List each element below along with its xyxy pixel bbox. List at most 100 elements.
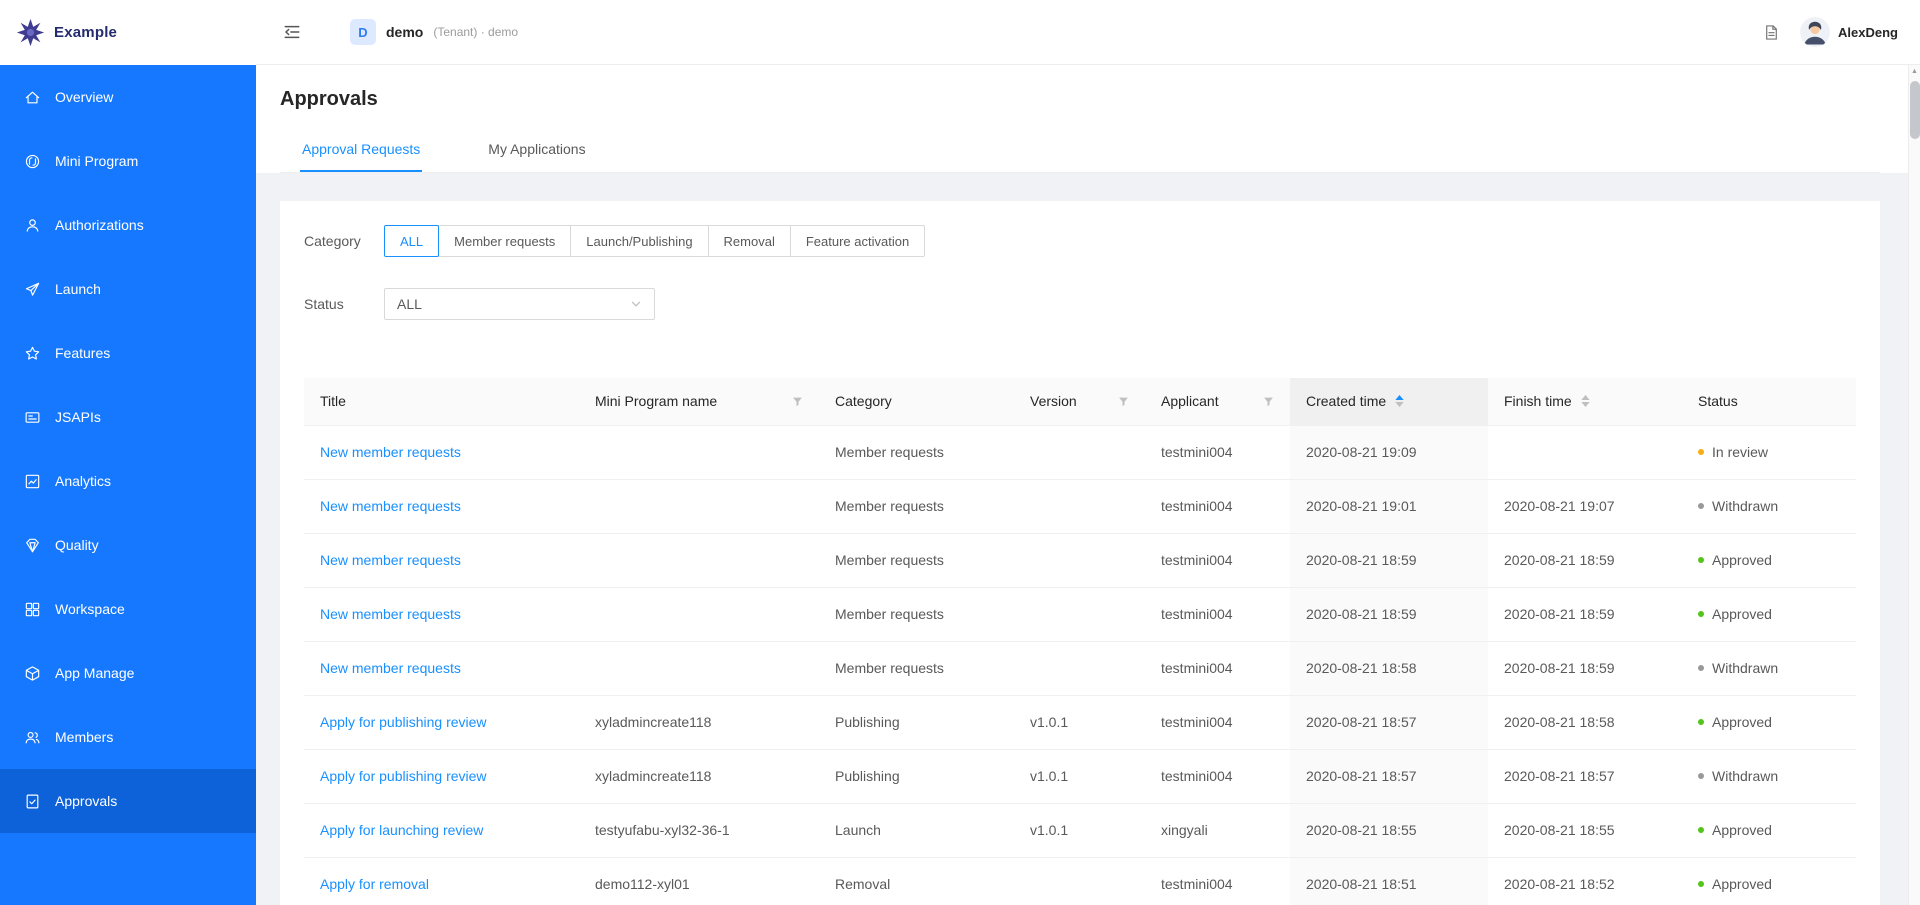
cell-applicant: testmini004 bbox=[1145, 587, 1290, 642]
cell-applicant: testmini004 bbox=[1145, 749, 1290, 804]
sort-carets-icon[interactable] bbox=[1581, 395, 1590, 408]
topbar-right: AlexDeng bbox=[1763, 17, 1898, 47]
sidebar-item-label: Authorizations bbox=[55, 217, 144, 233]
column-label: Version bbox=[1030, 393, 1077, 410]
cell-mini-program-name bbox=[579, 479, 819, 534]
cell-created-time: 2020-08-21 18:59 bbox=[1290, 587, 1488, 642]
row-title-link[interactable]: New member requests bbox=[320, 498, 461, 514]
row-title-link[interactable]: New member requests bbox=[320, 606, 461, 622]
category-option-feature-activation[interactable]: Feature activation bbox=[789, 225, 926, 257]
authorizations-icon bbox=[24, 217, 41, 234]
filter-funnel-icon[interactable] bbox=[792, 396, 803, 407]
column-header-mini-program-name[interactable]: Mini Program name bbox=[579, 378, 819, 426]
column-label: Title bbox=[320, 393, 346, 410]
status-dot-icon bbox=[1698, 773, 1704, 779]
cell-category: Removal bbox=[819, 857, 1014, 905]
cell-title: Apply for removal bbox=[304, 857, 579, 905]
status-label: Approved bbox=[1712, 876, 1772, 892]
menu-fold-icon bbox=[283, 23, 301, 41]
tabs: Approval Requests My Applications bbox=[280, 129, 1880, 173]
sidebar-item-authorizations[interactable]: Authorizations bbox=[0, 193, 256, 257]
sidebar-item-quality[interactable]: Quality bbox=[0, 513, 256, 577]
cell-version bbox=[1014, 479, 1145, 534]
category-option-member-requests[interactable]: Member requests bbox=[438, 225, 572, 257]
status-dot-icon bbox=[1698, 665, 1704, 671]
scrollbar-up-arrow[interactable]: ▲ bbox=[1909, 65, 1920, 78]
sidebar-item-mini-program[interactable]: Mini Program bbox=[0, 129, 256, 193]
row-title-link[interactable]: New member requests bbox=[320, 552, 461, 568]
column-label: Status bbox=[1698, 393, 1738, 410]
cell-finish-time: 2020-08-21 18:57 bbox=[1488, 749, 1682, 804]
status-dot-icon bbox=[1698, 449, 1704, 455]
filter-funnel-icon[interactable] bbox=[1118, 396, 1129, 407]
cell-mini-program-name bbox=[579, 587, 819, 642]
cell-applicant: testmini004 bbox=[1145, 533, 1290, 588]
cell-finish-time: 2020-08-21 18:58 bbox=[1488, 695, 1682, 750]
sidebar-item-analytics[interactable]: Analytics bbox=[0, 449, 256, 513]
table-header-row: Title Mini Program name Category Version App… bbox=[304, 378, 1856, 426]
row-title-link[interactable]: New member requests bbox=[320, 660, 461, 676]
sort-carets-icon[interactable] bbox=[1395, 395, 1404, 408]
cell-category: Member requests bbox=[819, 587, 1014, 642]
scrollbar-thumb[interactable] bbox=[1910, 81, 1920, 139]
sidebar-item-label: Mini Program bbox=[55, 153, 139, 169]
status-label: Approved bbox=[1712, 552, 1772, 568]
column-header-finish-time[interactable]: Finish time bbox=[1488, 378, 1682, 426]
status-label: Approved bbox=[1712, 606, 1772, 622]
cell-mini-program-name bbox=[579, 641, 819, 696]
sidebar-collapse-button[interactable] bbox=[276, 16, 308, 48]
sidebar-item-features[interactable]: Features bbox=[0, 321, 256, 385]
column-header-created-time[interactable]: Created time bbox=[1290, 378, 1488, 426]
row-title-link[interactable]: Apply for removal bbox=[320, 876, 429, 892]
tenant-avatar: D bbox=[350, 19, 376, 45]
cell-created-time: 2020-08-21 18:55 bbox=[1290, 803, 1488, 858]
vertical-scrollbar[interactable]: ▲ bbox=[1908, 65, 1920, 905]
sidebar-item-launch[interactable]: Launch bbox=[0, 257, 256, 321]
tab-my-applications[interactable]: My Applications bbox=[486, 129, 587, 172]
cell-status: Withdrawn bbox=[1682, 749, 1856, 804]
brand-logo-icon bbox=[16, 18, 45, 47]
cell-finish-time bbox=[1488, 425, 1682, 480]
cell-created-time: 2020-08-21 18:57 bbox=[1290, 749, 1488, 804]
cell-status: Approved bbox=[1682, 803, 1856, 858]
row-title-link[interactable]: Apply for publishing review bbox=[320, 714, 487, 730]
quality-icon bbox=[24, 537, 41, 554]
cell-version bbox=[1014, 425, 1145, 480]
cell-status: Withdrawn bbox=[1682, 479, 1856, 534]
column-header-category: Category bbox=[819, 378, 1014, 426]
cell-version bbox=[1014, 857, 1145, 905]
user-avatar bbox=[1800, 17, 1831, 47]
category-filter-group: ALL Member requests Launch/Publishing Remov… bbox=[384, 225, 926, 257]
cell-finish-time: 2020-08-21 19:07 bbox=[1488, 479, 1682, 534]
sidebar-item-jsapis[interactable]: JSAPIs bbox=[0, 385, 256, 449]
filter-funnel-icon[interactable] bbox=[1263, 396, 1274, 407]
status-select[interactable]: ALL bbox=[384, 288, 655, 320]
category-option-removal[interactable]: Removal bbox=[707, 225, 791, 257]
sidebar-item-label: App Manage bbox=[55, 665, 135, 681]
row-title-link[interactable]: Apply for launching review bbox=[320, 822, 483, 838]
cell-applicant: testmini004 bbox=[1145, 695, 1290, 750]
category-option-all[interactable]: ALL bbox=[384, 225, 440, 257]
user-menu[interactable]: AlexDeng bbox=[1800, 17, 1898, 47]
sidebar-item-app-manage[interactable]: App Manage bbox=[0, 641, 256, 705]
documentation-button[interactable] bbox=[1763, 24, 1780, 41]
table-row: New member requests Member requests testmi… bbox=[304, 479, 1856, 534]
sidebar-item-approvals[interactable]: Approvals bbox=[0, 769, 256, 833]
sidebar-item-label: Members bbox=[55, 729, 114, 745]
category-option-launch-publishing[interactable]: Launch/Publishing bbox=[570, 225, 709, 257]
tenant-selector[interactable]: D demo (Tenant) · demo bbox=[350, 19, 518, 45]
page-head: Approvals Approval Requests My Applicatio… bbox=[256, 65, 1920, 173]
column-label: Mini Program name bbox=[595, 393, 718, 410]
row-title-link[interactable]: Apply for publishing review bbox=[320, 768, 487, 784]
cell-created-time: 2020-08-21 18:59 bbox=[1290, 533, 1488, 588]
column-header-version[interactable]: Version bbox=[1014, 378, 1145, 426]
tab-approval-requests[interactable]: Approval Requests bbox=[300, 129, 423, 172]
sidebar-item-workspace[interactable]: Workspace bbox=[0, 577, 256, 641]
cell-title: Apply for launching review bbox=[304, 803, 579, 858]
column-header-applicant[interactable]: Applicant bbox=[1145, 378, 1290, 426]
brand-logo: Example bbox=[0, 0, 256, 65]
sidebar-item-overview[interactable]: Overview bbox=[0, 65, 256, 129]
row-title-link[interactable]: New member requests bbox=[320, 444, 461, 460]
cell-created-time: 2020-08-21 18:57 bbox=[1290, 695, 1488, 750]
sidebar-item-members[interactable]: Members bbox=[0, 705, 256, 769]
